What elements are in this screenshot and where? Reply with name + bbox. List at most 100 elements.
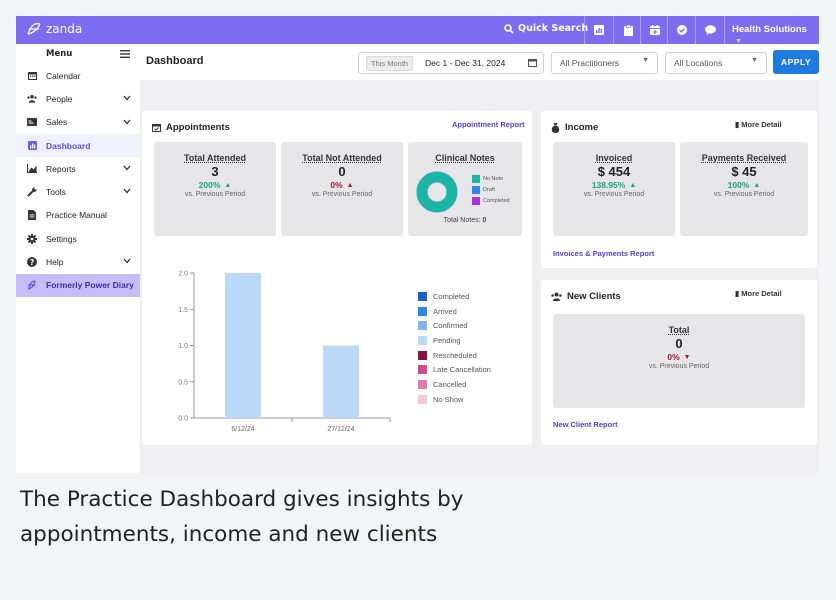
sidebar-item-label: Reports	[46, 163, 76, 174]
sidebar-item-formerly-power-diary[interactable]: Formerly Power Diary	[16, 273, 140, 297]
y-tick-label: 2.0	[178, 271, 188, 278]
legend-label: Draft	[483, 186, 495, 193]
sidebar-item-label: Help	[46, 257, 64, 268]
invoices-payments-report-link[interactable]: Invoices & Payments Report	[553, 249, 654, 258]
app-window: zanda Quick Search Health Solutions ▼ Me…	[16, 16, 819, 473]
legend-item[interactable]: Arrived	[418, 304, 491, 319]
check-circle-icon[interactable]	[669, 16, 695, 44]
new-clients-more-detail-link[interactable]: ▮ More Detail	[735, 289, 782, 298]
sidebar-item-practice-manual[interactable]: Practice Manual	[16, 204, 140, 227]
stat-label: Total Not Attended	[302, 153, 382, 163]
menu-label: Menu	[46, 49, 73, 59]
menu-header: Menu	[16, 44, 140, 64]
sidebar-item-sales[interactable]: Sales	[16, 111, 140, 134]
divider	[584, 16, 585, 44]
income-card: Income ▮ More Detail Invoiced $ 454 138.…	[541, 111, 817, 268]
legend-label: Pending	[433, 335, 461, 345]
new-clients-title: New Clients	[551, 291, 621, 302]
new-client-report-link[interactable]: New Client Report	[553, 420, 618, 429]
chat-icon[interactable]	[697, 16, 723, 44]
quick-search-label: Quick Search	[518, 23, 589, 34]
bar-pending	[225, 273, 261, 418]
stat-change: 0% ▲	[281, 180, 403, 190]
sidebar-item-label: People	[46, 93, 73, 104]
dashboard-shortcut-icon[interactable]	[586, 16, 612, 44]
invoiced-stat: Invoiced $ 454 138.95% ▲ vs. Previous Per…	[553, 142, 675, 236]
new-clients-card: New Clients ▮ More Detail Total 0 0% ▼ vs…	[541, 280, 817, 445]
sidebar-item-help[interactable]: ? Help	[16, 250, 140, 273]
chart-legend: Completed Arrived Confirmed Pending Resc…	[418, 289, 491, 407]
income-more-detail-link[interactable]: ▮ More Detail	[735, 120, 782, 129]
legend-item[interactable]: Confirmed	[418, 318, 491, 333]
calendar-icon	[528, 59, 537, 67]
calendar-add-icon[interactable]	[642, 16, 668, 44]
stat-change: 200% ▲	[154, 180, 276, 190]
practitioners-select[interactable]: All Practitioners ▼	[551, 52, 658, 74]
reports-icon	[27, 164, 37, 174]
sidebar-item-settings[interactable]: Settings	[16, 227, 140, 250]
divider	[640, 16, 641, 44]
new-clients-total-stat: Total 0 0% ▼ vs. Previous Period	[553, 314, 805, 408]
chevron-down-icon	[123, 258, 131, 264]
sidebar-item-tools[interactable]: Tools	[16, 180, 140, 203]
bar-chart-icon: ▮	[735, 120, 740, 129]
quick-search-button[interactable]: Quick Search	[504, 23, 588, 34]
legend-item[interactable]: Rescheduled	[418, 348, 491, 363]
stat-change-value: 138.95%	[591, 180, 626, 190]
help-icon: ?	[27, 257, 37, 268]
caption: The Practice Dashboard gives insights by…	[16, 475, 819, 584]
caption-line-2: appointments, income and new clients	[20, 522, 438, 547]
dashboard-icon	[27, 141, 37, 151]
new-clients-title-label: New Clients	[567, 291, 621, 302]
organization-switcher[interactable]: Health Solutions ▼	[732, 24, 819, 46]
legend-item: Draft	[472, 184, 510, 195]
payments-received-stat: Payments Received $ 45 100% ▲ vs. Previou…	[680, 142, 808, 236]
legend-item[interactable]: Pending	[418, 333, 491, 348]
sidebar-item-people[interactable]: People	[16, 87, 140, 110]
chevron-down-icon	[123, 95, 131, 101]
bar-pending	[323, 345, 359, 418]
legend-item[interactable]: Completed	[418, 289, 491, 304]
total-notes-label: Total Notes:	[443, 217, 481, 224]
organization-name: Health Solutions	[732, 24, 807, 35]
stat-change-value: 0%	[667, 352, 680, 362]
arrow-down-icon: ▼	[683, 353, 691, 361]
clipboard-icon[interactable]	[615, 16, 641, 44]
arrow-up-icon: ▲	[753, 181, 761, 189]
y-tick-label: 0.0	[178, 416, 188, 423]
sidebar-item-label: Tools	[46, 187, 66, 198]
stat-subtext: vs. Previous Period	[184, 191, 246, 198]
divider	[695, 16, 696, 44]
stat-subtext: vs. Previous Period	[648, 363, 710, 370]
apply-button[interactable]: APPLY	[773, 50, 819, 74]
stat-label: Total	[668, 325, 690, 335]
stat-value: 3	[211, 164, 219, 179]
hamburger-icon[interactable]	[120, 50, 130, 58]
sales-icon	[27, 117, 37, 127]
arrow-up-icon: ▲	[629, 181, 637, 189]
clinical-notes-stat: Clinical Notes No Note Draft Completed T…	[408, 142, 522, 236]
appointment-report-link[interactable]: Appointment Report	[452, 120, 525, 129]
sidebar-item-label: Formerly Power Diary	[46, 280, 134, 291]
zanda-logo[interactable]: zanda	[26, 21, 82, 37]
date-range-picker[interactable]: This Month Dec 1 - Dec 31, 2024	[358, 52, 544, 74]
x-tick-label: 27/12/24	[327, 426, 354, 433]
income-title-label: Income	[565, 122, 599, 133]
sidebar-item-reports[interactable]: Reports	[16, 157, 140, 180]
stat-change-value: 200%	[198, 180, 221, 190]
legend-item[interactable]: Cancelled	[418, 377, 491, 392]
this-month-button[interactable]: This Month	[366, 56, 414, 71]
locations-select[interactable]: All Locations ▼	[665, 52, 767, 74]
legend-label: Completed	[483, 197, 510, 204]
stat-value: 0	[675, 336, 683, 351]
legend-item[interactable]: Late Cancellation	[418, 362, 491, 377]
sidebar-item-dashboard[interactable]: Dashboard	[16, 133, 140, 158]
locations-value: All Locations	[674, 58, 723, 68]
sidebar-item-label: Sales	[46, 117, 68, 128]
legend-label: Late Cancellation	[433, 365, 491, 375]
clinical-notes-legend: No Note Draft Completed	[472, 173, 510, 206]
legend-item[interactable]: No Show	[418, 392, 491, 407]
chevron-down-icon	[123, 189, 131, 194]
sidebar-item-calendar[interactable]: Calendar	[16, 64, 140, 87]
total-notes: Total Notes: 0	[408, 217, 522, 224]
